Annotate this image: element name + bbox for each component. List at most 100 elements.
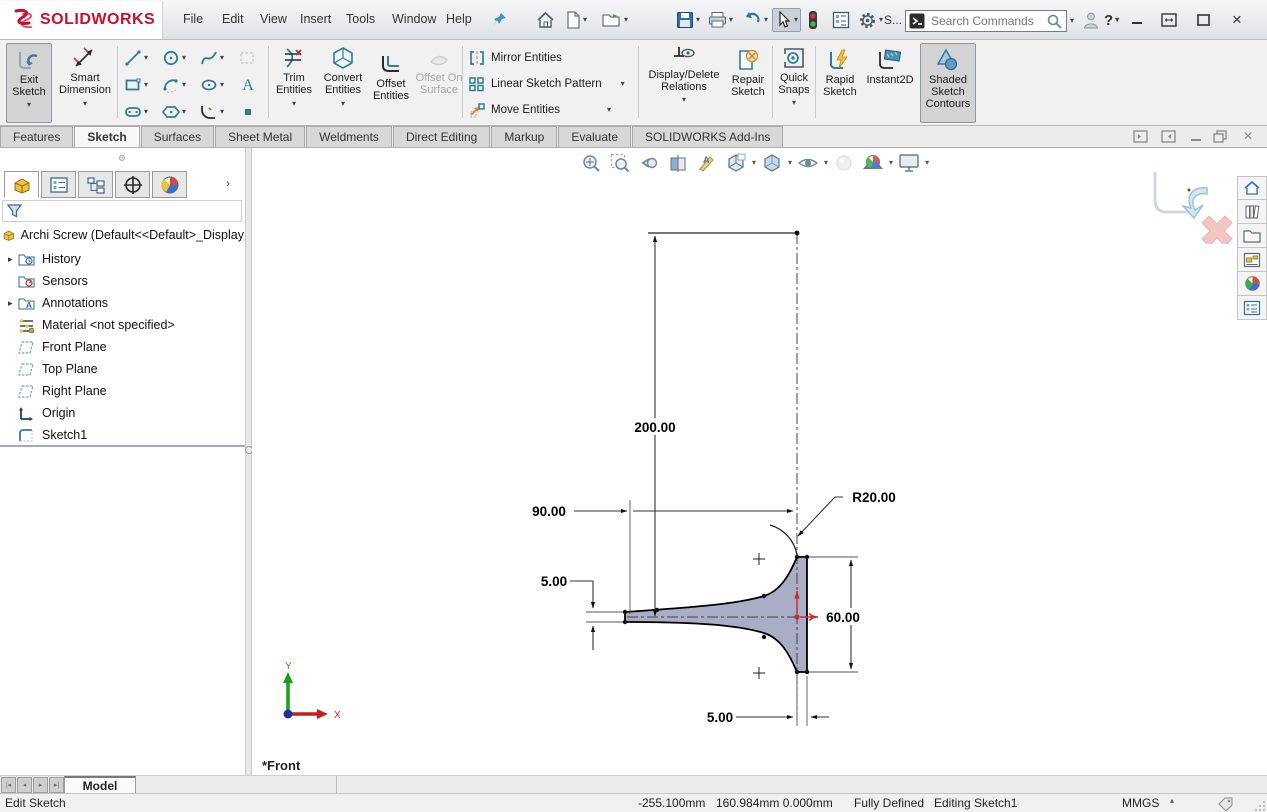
expand-panes-button[interactable] bbox=[1158, 10, 1180, 30]
quick-snaps-caret[interactable]: ▾ bbox=[792, 99, 796, 107]
move-entities-caret[interactable]: ▾ bbox=[607, 106, 611, 114]
linear-sketch-pattern-caret[interactable]: ▾ bbox=[621, 80, 625, 88]
repair-sketch-button[interactable]: Repair Sketch bbox=[726, 48, 770, 98]
tab-nav-last-button[interactable]: ▸| bbox=[49, 777, 64, 793]
custom-properties-button[interactable] bbox=[1237, 296, 1267, 320]
tree-item-material[interactable]: Material <not specified> bbox=[0, 314, 245, 336]
zoom-to-area-button[interactable] bbox=[607, 151, 633, 175]
tab-weldments[interactable]: Weldments bbox=[306, 126, 392, 147]
tab-surfaces[interactable]: Surfaces bbox=[141, 126, 214, 147]
rectangle-tool-caret[interactable]: ▾ bbox=[144, 81, 148, 89]
save-caret[interactable]: ▾ bbox=[696, 16, 700, 24]
tab-nav-next-button[interactable]: ▸ bbox=[33, 777, 48, 793]
open-document-button[interactable]: ▾ bbox=[602, 8, 628, 32]
smart-dimension-caret[interactable]: ▾ bbox=[83, 100, 87, 108]
fillet-tool-caret[interactable]: ▾ bbox=[220, 108, 224, 116]
zoom-to-fit-button[interactable] bbox=[578, 151, 604, 175]
trim-entities-button[interactable]: Trim Entities ▾ bbox=[272, 46, 316, 108]
panel-tabs-expand[interactable]: › bbox=[226, 176, 230, 190]
linear-sketch-pattern-button[interactable]: Linear Sketch Pattern ▾ bbox=[468, 76, 625, 92]
menu-window[interactable]: Window bbox=[392, 12, 436, 26]
tree-splitter-bar[interactable] bbox=[0, 445, 245, 447]
arc-tool[interactable]: ▾ bbox=[162, 76, 186, 94]
display-delete-relations-button[interactable]: Display/Delete Relations ▾ bbox=[644, 45, 724, 104]
close-button[interactable]: × bbox=[1226, 10, 1248, 30]
spline-tool-caret[interactable]: ▾ bbox=[220, 54, 224, 62]
point-tool[interactable] bbox=[242, 106, 254, 118]
menu-insert[interactable]: Insert bbox=[300, 12, 331, 26]
dim-body-length[interactable]: 90.00 bbox=[532, 504, 566, 519]
panel-grip-dot[interactable] bbox=[118, 154, 126, 162]
ellipse-tool-caret[interactable]: ▾ bbox=[220, 81, 224, 89]
help-button[interactable]: ? ▾ bbox=[1104, 8, 1119, 32]
collapse-pane-left-button[interactable] bbox=[1130, 128, 1150, 145]
tab-solidworks-addins[interactable]: SOLIDWORKS Add-Ins bbox=[632, 126, 783, 147]
home-button[interactable] bbox=[536, 8, 555, 32]
tab-nav-first-button[interactable]: |◂ bbox=[1, 777, 16, 793]
settings-button[interactable]: ▾ bbox=[858, 8, 883, 32]
view-settings-caret[interactable]: ▾ bbox=[925, 159, 929, 167]
rectangle-tool[interactable]: ▾ bbox=[124, 76, 148, 94]
tab-sketch[interactable]: Sketch bbox=[74, 126, 139, 147]
tab-markup[interactable]: Markup bbox=[491, 126, 557, 147]
minimize-button[interactable] bbox=[1126, 10, 1148, 30]
slot-tool-caret[interactable]: ▾ bbox=[144, 108, 148, 116]
save-button[interactable]: ▾ bbox=[676, 8, 700, 32]
view-settings-button[interactable] bbox=[896, 151, 922, 175]
new-document-button[interactable]: ▾ bbox=[566, 8, 587, 32]
circle-tool-caret[interactable]: ▾ bbox=[182, 54, 186, 62]
tree-item-top-plane[interactable]: Top Plane bbox=[0, 358, 245, 380]
previous-view-button[interactable] bbox=[636, 151, 662, 175]
dim-overall-height[interactable]: 200.00 bbox=[634, 420, 675, 435]
edit-appearance-button[interactable] bbox=[831, 151, 857, 175]
tab-evaluate[interactable]: Evaluate bbox=[558, 126, 631, 147]
convert-entities-caret[interactable]: ▾ bbox=[341, 100, 345, 108]
tree-item-origin[interactable]: Origin bbox=[0, 402, 245, 424]
search-icon[interactable] bbox=[1046, 13, 1063, 30]
display-style-caret[interactable]: ▾ bbox=[788, 159, 792, 167]
expand-arrow-icon[interactable]: ▸ bbox=[0, 254, 16, 265]
menu-help[interactable]: Help bbox=[446, 12, 472, 26]
tree-root-item[interactable]: Archi Screw (Default<<Default>_Display bbox=[2, 227, 244, 243]
hide-show-items-button[interactable] bbox=[795, 151, 821, 175]
instant2d-button[interactable]: Instant2D bbox=[864, 48, 916, 86]
cancel-sketch-corner-button[interactable] bbox=[1202, 216, 1232, 244]
dim-leader-5-top[interactable] bbox=[570, 581, 593, 608]
hide-show-items-caret[interactable]: ▾ bbox=[824, 159, 828, 167]
polygon-tool-caret[interactable]: ▾ bbox=[182, 108, 186, 116]
section-view-button[interactable] bbox=[665, 151, 691, 175]
tree-item-history[interactable]: ▸ History bbox=[0, 248, 245, 270]
menu-edit[interactable]: Edit bbox=[222, 12, 244, 26]
tab-sheet-metal[interactable]: Sheet Metal bbox=[215, 126, 305, 147]
display-manager-tab[interactable] bbox=[152, 171, 187, 198]
doc-close-button[interactable]: × bbox=[1238, 128, 1258, 145]
select-tool-caret[interactable]: ▾ bbox=[794, 16, 798, 24]
shaded-sketch-contours-button[interactable]: Shaded Sketch Contours bbox=[920, 43, 976, 123]
tab-direct-editing[interactable]: Direct Editing bbox=[393, 126, 490, 147]
appearances-scenes-button[interactable] bbox=[1237, 272, 1267, 296]
menu-tools[interactable]: Tools bbox=[346, 12, 375, 26]
tag-icon[interactable] bbox=[1218, 797, 1234, 811]
model-tab[interactable]: Model bbox=[64, 776, 136, 794]
units-caret[interactable]: ▴ bbox=[1170, 796, 1174, 805]
search-commands-box[interactable] bbox=[905, 10, 1067, 32]
tree-item-annotations[interactable]: ▸ A Annotations bbox=[0, 292, 245, 314]
arc-center-marker[interactable] bbox=[753, 667, 765, 679]
trim-entities-caret[interactable]: ▾ bbox=[292, 100, 296, 108]
dimxpert-manager-tab[interactable] bbox=[115, 171, 150, 198]
ellipse-tool[interactable]: ▾ bbox=[200, 76, 224, 94]
new-document-caret[interactable]: ▾ bbox=[583, 16, 587, 24]
screw-profile-shape[interactable] bbox=[625, 557, 807, 672]
rapid-sketch-button[interactable]: Rapid Sketch bbox=[818, 48, 862, 98]
fillet-tool[interactable]: ▾ bbox=[200, 103, 224, 121]
search-caret[interactable]: ▾ bbox=[1070, 17, 1074, 25]
dim-tip-thickness[interactable]: 5.00 bbox=[541, 574, 567, 589]
menu-view[interactable]: View bbox=[260, 12, 287, 26]
tree-item-front-plane[interactable]: Front Plane bbox=[0, 336, 245, 358]
sketch-visibility-button[interactable]: A bbox=[694, 151, 720, 175]
maximize-button[interactable] bbox=[1192, 10, 1214, 30]
tab-nav-prev-button[interactable]: ◂ bbox=[17, 777, 32, 793]
display-style-button[interactable] bbox=[759, 151, 785, 175]
configuration-manager-tab[interactable] bbox=[78, 171, 113, 198]
view-orientation-caret[interactable]: ▾ bbox=[752, 159, 756, 167]
